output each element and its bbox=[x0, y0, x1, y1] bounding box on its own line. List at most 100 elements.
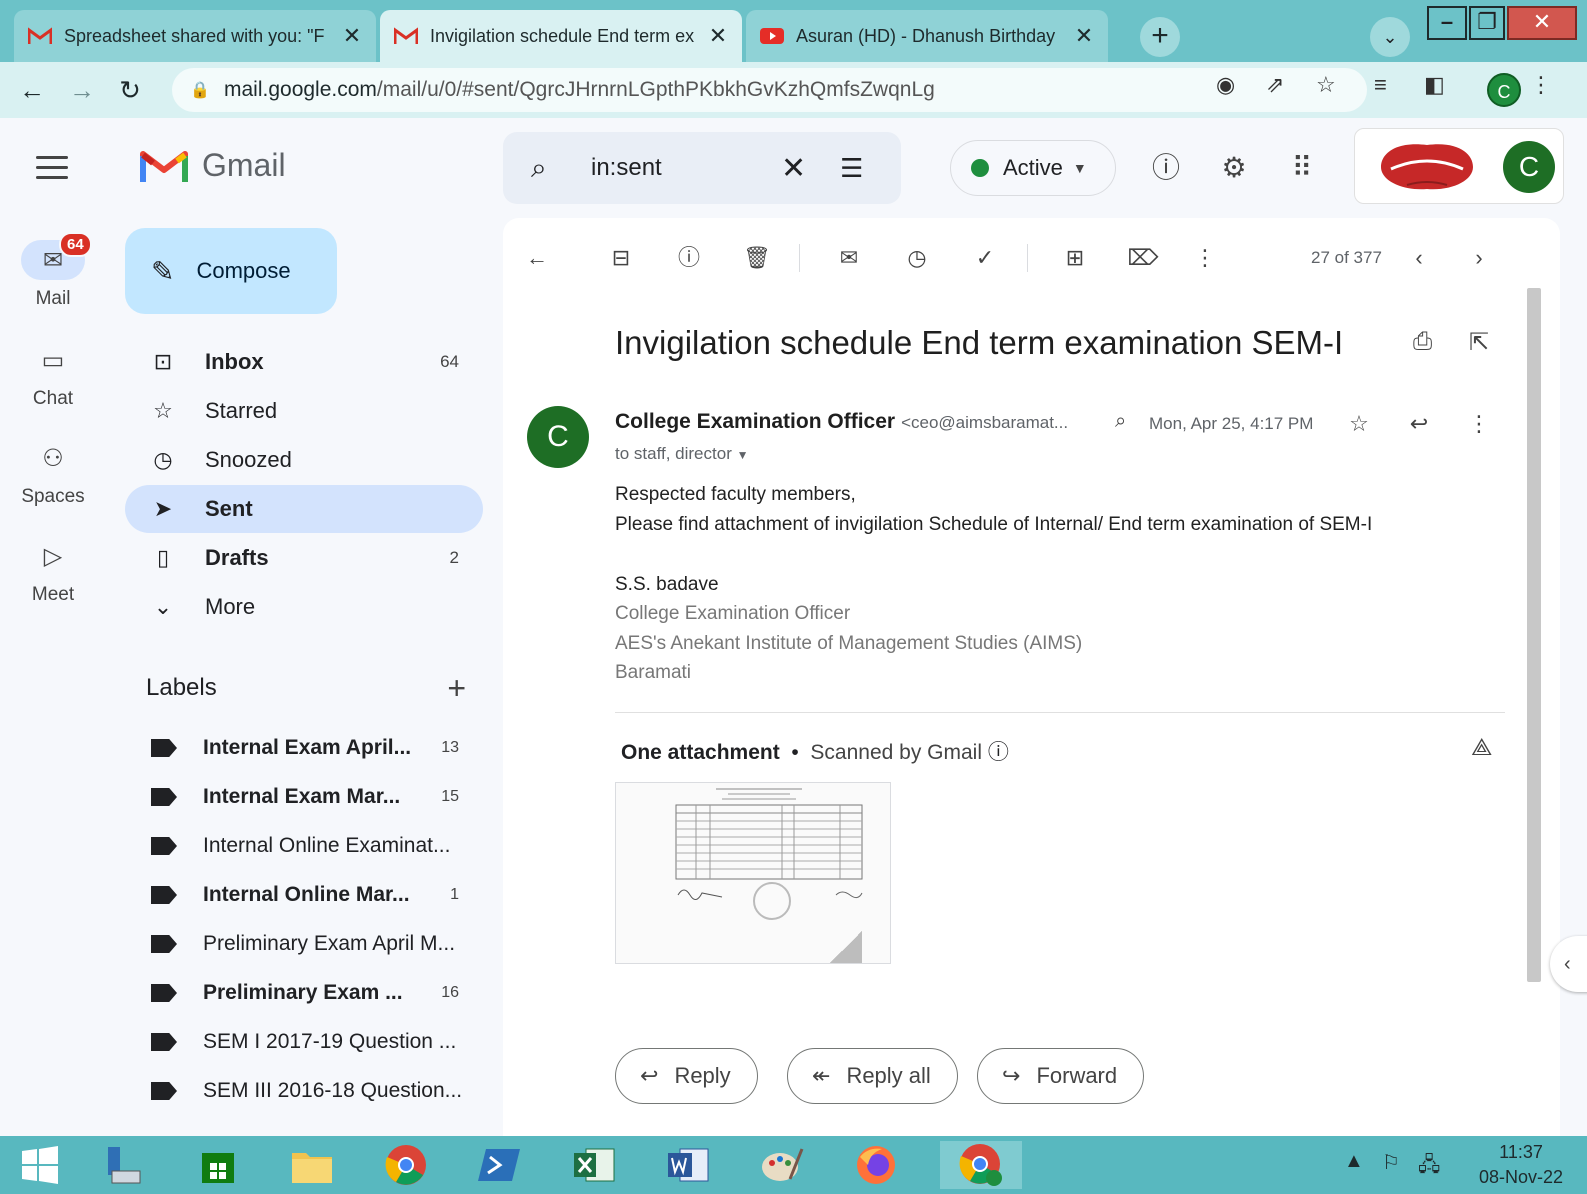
label-item[interactable]: Preliminary Exam April M... bbox=[125, 920, 483, 968]
main-menu-icon[interactable] bbox=[36, 156, 68, 180]
bookmark-star-icon[interactable]: ☆ bbox=[1316, 72, 1336, 98]
label-item[interactable]: Internal Exam April... 13 bbox=[125, 724, 483, 772]
forward-arrow-icon[interactable]: → bbox=[64, 72, 100, 108]
window-close-button[interactable]: ✕ bbox=[1507, 6, 1577, 40]
address-bar[interactable]: 🔒 mail.google.com/mail/u/0/#sent/QgrcJHr… bbox=[172, 68, 1367, 112]
powershell-icon[interactable] bbox=[470, 1141, 530, 1189]
tab-search-button[interactable]: ⌄ bbox=[1370, 17, 1410, 57]
gear-icon[interactable]: ⚙ bbox=[1214, 148, 1254, 188]
forward-button[interactable]: ↪ Forward bbox=[977, 1048, 1145, 1104]
nav-inbox[interactable]: ⊡ Inbox 64 bbox=[125, 338, 483, 386]
rail-mail[interactable]: ✉ 64 Mail bbox=[8, 232, 98, 310]
excel-icon[interactable] bbox=[564, 1141, 624, 1189]
rail-label: Spaces bbox=[21, 486, 85, 507]
label-icon[interactable]: ⌦ bbox=[1125, 240, 1161, 276]
add-task-icon[interactable]: ✓ bbox=[967, 240, 1003, 276]
open-new-window-icon[interactable]: ⇱ bbox=[1469, 328, 1489, 357]
back-arrow-icon[interactable]: ← bbox=[14, 72, 50, 108]
compose-button[interactable]: ✎ Compose bbox=[125, 228, 337, 314]
label-item[interactable]: SEM III 2016-18 Question... bbox=[125, 1067, 483, 1115]
apps-grid-icon[interactable]: ⠿ bbox=[1282, 148, 1322, 188]
browser-tab-invigilation[interactable]: Invigilation schedule End term ex ✕ bbox=[380, 10, 742, 62]
message-scrollbar[interactable] bbox=[1527, 288, 1541, 982]
firefox-icon[interactable] bbox=[846, 1141, 906, 1189]
tab-title: Asuran (HD) - Dhanush Birthday bbox=[796, 25, 1056, 46]
nav-drafts[interactable]: ▯ Drafts 2 bbox=[125, 534, 483, 582]
gmail-logo[interactable]: Gmail bbox=[140, 146, 286, 184]
label-item[interactable]: Internal Online Mar... 1 bbox=[125, 871, 483, 919]
window-restore-button[interactable]: ❐ bbox=[1469, 6, 1505, 40]
lock-icon[interactable]: 🔒 bbox=[190, 80, 210, 100]
taskbar-clock[interactable]: 11:37 08-Nov-22 bbox=[1466, 1140, 1576, 1190]
report-spam-icon[interactable]: ⓘ bbox=[671, 240, 707, 276]
tray-expand-icon[interactable]: ▲ bbox=[1344, 1150, 1364, 1173]
close-tab-icon[interactable]: ✕ bbox=[1074, 23, 1094, 49]
attachment-thumbnail[interactable] bbox=[615, 782, 891, 964]
account-avatar[interactable]: C bbox=[1503, 141, 1555, 193]
snooze-clock-icon[interactable]: ◷ bbox=[899, 240, 935, 276]
reply-arrow-icon[interactable]: ↩ bbox=[1401, 406, 1437, 442]
share-icon[interactable]: ⇗ bbox=[1266, 72, 1284, 98]
add-label-icon[interactable]: + bbox=[447, 670, 466, 707]
paint-icon[interactable] bbox=[752, 1141, 812, 1189]
chrome-menu-icon[interactable]: ⋮ bbox=[1530, 72, 1552, 98]
back-to-list-icon[interactable]: ← bbox=[519, 240, 555, 276]
more-vert-icon[interactable]: ⋮ bbox=[1187, 240, 1223, 276]
reply-button[interactable]: ↩ Reply bbox=[615, 1048, 758, 1104]
help-icon[interactable]: ⓘ bbox=[1146, 148, 1186, 188]
search-icon[interactable]: ⌕ bbox=[531, 152, 561, 185]
trash-icon[interactable]: 🗑 bbox=[739, 240, 775, 276]
file-explorer-icon[interactable] bbox=[282, 1141, 342, 1189]
rail-spaces[interactable]: ⚇ Spaces bbox=[8, 438, 98, 508]
word-icon[interactable] bbox=[658, 1141, 718, 1189]
new-tab-button[interactable]: + bbox=[1140, 17, 1180, 57]
info-icon[interactable]: ⓘ bbox=[988, 741, 1009, 764]
sender-avatar[interactable]: C bbox=[527, 406, 589, 468]
add-to-drive-icon[interactable]: ⟁ bbox=[1471, 734, 1492, 762]
move-to-icon[interactable]: ⊞ bbox=[1057, 240, 1093, 276]
browser-tab-youtube[interactable]: Asuran (HD) - Dhanush Birthday ✕ bbox=[746, 10, 1108, 62]
reload-icon[interactable]: ↻ bbox=[112, 72, 148, 108]
reading-list-icon[interactable]: ≡ bbox=[1374, 72, 1387, 98]
chevron-right-icon[interactable]: › bbox=[1461, 240, 1497, 276]
chrome-profile-avatar[interactable]: C bbox=[1487, 73, 1521, 107]
rail-chat[interactable]: ▭ Chat bbox=[8, 340, 98, 410]
organization-logo[interactable] bbox=[1377, 139, 1477, 193]
chrome-icon[interactable] bbox=[376, 1141, 436, 1189]
store-icon[interactable] bbox=[188, 1141, 248, 1189]
label-item[interactable]: Internal Exam Mar... 15 bbox=[125, 773, 483, 821]
chrome-profile-taskbar-icon[interactable] bbox=[940, 1141, 1022, 1189]
nav-snoozed[interactable]: ◷ Snoozed bbox=[125, 436, 483, 484]
action-center-flag-icon[interactable]: ⚐ bbox=[1382, 1150, 1400, 1175]
mark-unread-icon[interactable]: ✉ bbox=[831, 240, 867, 276]
more-vert-icon[interactable]: ⋮ bbox=[1461, 406, 1497, 442]
close-tab-icon[interactable]: ✕ bbox=[342, 23, 362, 49]
browser-tab-spreadsheet[interactable]: Spreadsheet shared with you: "F ✕ bbox=[14, 10, 376, 62]
eye-icon[interactable]: ◉ bbox=[1216, 72, 1235, 98]
search-input[interactable] bbox=[591, 154, 761, 182]
nav-starred[interactable]: ☆ Starred bbox=[125, 387, 483, 435]
nav-sent[interactable]: ➤ Sent bbox=[125, 485, 483, 533]
nav-label: Starred bbox=[205, 398, 278, 423]
file-server-icon[interactable] bbox=[94, 1141, 154, 1189]
chevron-left-icon[interactable]: ‹ bbox=[1401, 240, 1437, 276]
nav-more[interactable]: ⌄ More bbox=[125, 583, 483, 631]
star-icon[interactable]: ☆ bbox=[1341, 406, 1377, 442]
window-minimize-button[interactable]: – bbox=[1427, 6, 1467, 40]
side-panel-icon[interactable]: ◧ bbox=[1424, 72, 1445, 98]
archive-icon[interactable]: ⊟ bbox=[603, 240, 639, 276]
label-item[interactable]: Preliminary Exam ... 16 bbox=[125, 969, 483, 1017]
rail-meet[interactable]: ▷ Meet bbox=[8, 536, 98, 606]
reply-all-button[interactable]: ↞ Reply all bbox=[787, 1048, 958, 1104]
search-options-icon[interactable]: ☰ bbox=[840, 153, 863, 184]
label-item[interactable]: SEM I 2017-19 Question ... bbox=[125, 1018, 483, 1066]
network-icon[interactable]: 🖧 bbox=[1418, 1150, 1440, 1184]
close-tab-icon[interactable]: ✕ bbox=[708, 23, 728, 49]
clear-search-icon[interactable]: ✕ bbox=[781, 151, 806, 186]
recipients-dropdown[interactable]: to staff, director ▼ bbox=[615, 444, 748, 464]
sender-name[interactable]: College Examination Officer bbox=[615, 410, 895, 433]
status-dropdown[interactable]: Active ▼ bbox=[950, 140, 1116, 196]
print-icon[interactable]: ⎙ bbox=[1413, 328, 1432, 356]
windows-start-icon[interactable] bbox=[10, 1141, 70, 1189]
label-item[interactable]: Internal Online Examinat... bbox=[125, 822, 483, 870]
